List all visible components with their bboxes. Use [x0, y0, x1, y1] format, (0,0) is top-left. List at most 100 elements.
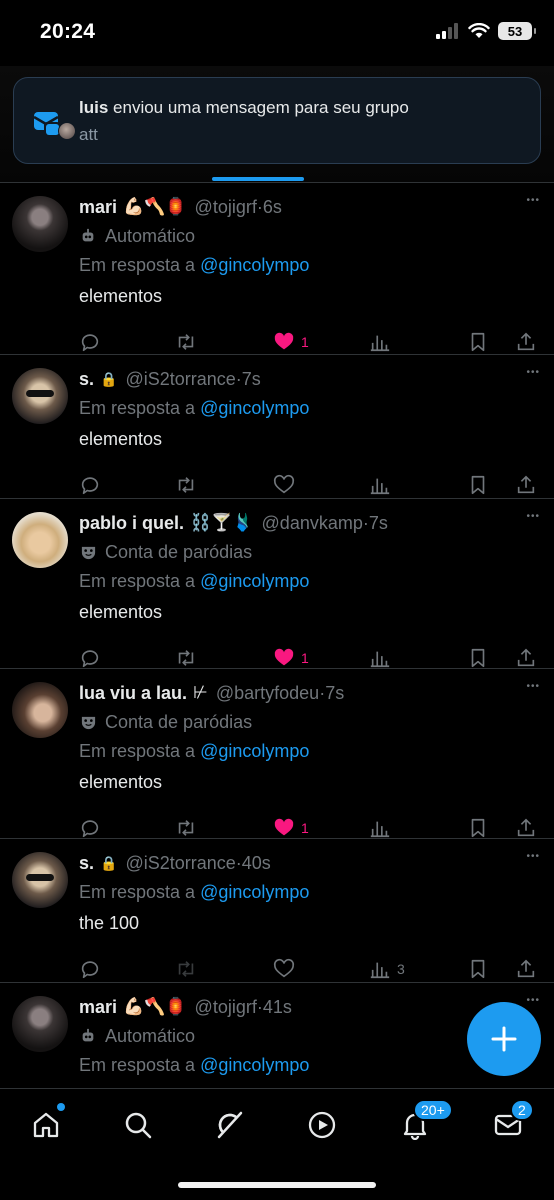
author-handle[interactable]: @tojigrf [195, 996, 257, 1018]
author-name[interactable]: pablo i quel. [79, 512, 184, 534]
like-button[interactable]: 1 [273, 331, 309, 353]
like-button[interactable] [273, 958, 295, 980]
bookmark-button[interactable] [467, 817, 489, 839]
author-name[interactable]: s. [79, 852, 94, 874]
retweet-button[interactable] [175, 958, 197, 980]
retweet-button[interactable] [175, 817, 197, 839]
share-button[interactable] [515, 647, 537, 669]
author-handle[interactable]: @iS2torrance [125, 852, 235, 874]
tweet-time[interactable]: 41s [263, 996, 292, 1018]
heart-filled-icon [273, 331, 295, 353]
reply-mention-link[interactable]: @gincolympo [200, 571, 309, 591]
reply-button[interactable] [79, 647, 101, 669]
views-button[interactable]: 3 [369, 958, 405, 980]
avatar[interactable] [12, 996, 68, 1052]
play-icon [308, 1111, 336, 1139]
bookmark-button[interactable] [467, 958, 489, 980]
name-emojis: ⛓️🍸🩱 [190, 513, 254, 532]
avatar[interactable] [12, 368, 68, 424]
bookmark-button[interactable] [467, 474, 489, 496]
avatar[interactable] [12, 682, 68, 738]
lock-icon: 🔒 [100, 371, 118, 387]
avatar[interactable] [12, 852, 68, 908]
tweet-time[interactable]: 40s [242, 852, 271, 874]
tweet-time[interactable]: 7s [242, 368, 261, 390]
views-icon [369, 958, 391, 980]
retweet-button[interactable] [175, 474, 197, 496]
reply-button[interactable] [79, 474, 101, 496]
author-name[interactable]: s. [79, 368, 94, 390]
tweet[interactable]: ••• lua viu a lau. ⊬ @bartyfodeu · 7s Conta de… [0, 669, 554, 839]
author-name[interactable]: mari [79, 996, 117, 1018]
views-button[interactable] [369, 474, 391, 496]
tweet-time[interactable]: 7s [369, 512, 388, 534]
author-handle[interactable]: @tojigrf [195, 196, 257, 218]
author-name[interactable]: mari [79, 196, 117, 218]
bookmark-button[interactable] [467, 331, 489, 353]
reply-mention-link[interactable]: @gincolympo [200, 255, 309, 275]
plus-icon [491, 1026, 517, 1052]
share-icon [515, 647, 537, 669]
nav-grok[interactable] [210, 1105, 250, 1145]
reply-context: Em resposta a @gincolympo [79, 570, 309, 592]
tweet[interactable]: ••• s. 🔒 @iS2torrance · 7s Em resposta a @ginc… [0, 355, 554, 499]
reply-mention-link[interactable]: @gincolympo [200, 398, 309, 418]
retweet-button[interactable] [175, 647, 197, 669]
tweet-time[interactable]: 7s [325, 682, 344, 704]
parody-mask-icon [79, 543, 97, 561]
tweet[interactable]: ••• s. 🔒 @iS2torrance · 40s Em resposta a @gin… [0, 839, 554, 983]
bookmark-button[interactable] [467, 647, 489, 669]
share-button[interactable] [515, 817, 537, 839]
bookmark-icon [467, 817, 489, 839]
nav-search[interactable] [118, 1105, 158, 1145]
reply-mention-link[interactable]: @gincolympo [200, 882, 309, 902]
compose-button[interactable] [467, 1002, 541, 1076]
account-label: Conta de paródias [79, 541, 252, 563]
share-button[interactable] [515, 474, 537, 496]
author-handle[interactable]: @iS2torrance [125, 368, 235, 390]
share-button[interactable] [515, 331, 537, 353]
author-handle[interactable]: @bartyfodeu [216, 682, 319, 704]
reply-mention-link[interactable]: @gincolympo [200, 1055, 309, 1075]
share-button[interactable] [515, 958, 537, 980]
tweet-header: mari 💪🏻🪓🏮 @tojigrf · 41s [79, 996, 292, 1018]
tweet-header: pablo i quel. ⛓️🍸🩱 @danvkamp · 7s [79, 512, 388, 534]
author-name[interactable]: lua viu a lau. [79, 682, 187, 704]
retweet-icon [175, 958, 197, 980]
share-icon [515, 474, 537, 496]
nav-video[interactable] [302, 1105, 342, 1145]
like-count: 1 [301, 650, 309, 666]
reply-mention-link[interactable]: @gincolympo [200, 741, 309, 761]
tweet-content: s. 🔒 @iS2torrance · 7s Em resposta a @gincoly… [79, 368, 542, 499]
account-label: Conta de paródias [79, 711, 252, 733]
reply-prefix: Em resposta a [79, 255, 196, 275]
views-button[interactable] [369, 331, 391, 353]
reply-button[interactable] [79, 817, 101, 839]
name-emojis: ⊬ [193, 683, 208, 702]
retweet-icon [175, 331, 197, 353]
author-handle[interactable]: @danvkamp [262, 512, 363, 534]
like-button[interactable]: 1 [273, 817, 309, 839]
nav-notifications[interactable]: 20+ [395, 1099, 453, 1145]
views-button[interactable] [369, 647, 391, 669]
tweet-content: pablo i quel. ⛓️🍸🩱 @danvkamp · 7s Conta de pa… [79, 512, 542, 669]
tweet[interactable]: ••• pablo i quel. ⛓️🍸🩱 @danvkamp · 7s Conta de… [0, 499, 554, 669]
tweet-time[interactable]: 6s [263, 196, 282, 218]
reply-button[interactable] [79, 958, 101, 980]
home-indicator[interactable] [178, 1182, 376, 1188]
bookmark-icon [467, 647, 489, 669]
heart-icon [273, 958, 295, 980]
timeline-feed[interactable]: ••• mari 💪🏻🪓🏮 @tojigrf · 6s Automático Em respo… [0, 183, 554, 1088]
like-button[interactable]: 1 [273, 647, 309, 669]
views-button[interactable] [369, 817, 391, 839]
reply-button[interactable] [79, 331, 101, 353]
avatar[interactable] [12, 512, 68, 568]
message-notification-banner[interactable]: luis enviou uma mensagem para seu grupo … [13, 77, 541, 164]
retweet-button[interactable] [175, 331, 197, 353]
nav-messages[interactable]: 2 [488, 1099, 534, 1145]
like-button[interactable] [273, 474, 295, 496]
grok-icon [217, 1111, 243, 1139]
avatar[interactable] [12, 196, 68, 252]
tweet[interactable]: ••• mari 💪🏻🪓🏮 @tojigrf · 6s Automático Em respo… [0, 183, 554, 355]
nav-home[interactable] [26, 1103, 66, 1145]
